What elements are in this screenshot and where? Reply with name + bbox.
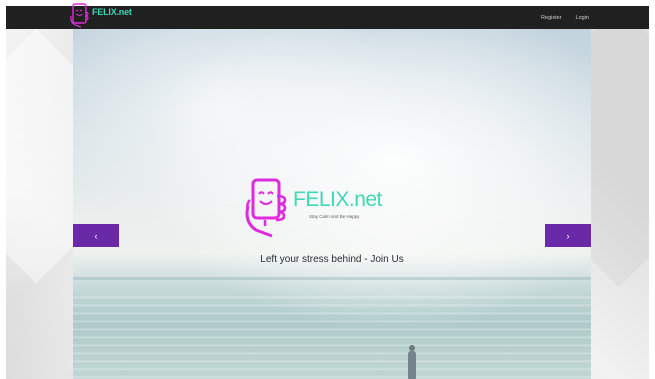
brand-name: FELIX.net xyxy=(92,7,132,17)
hero-logo: FELIX.net Stay Calm and Be Happy xyxy=(241,174,401,240)
chevron-left-icon: ‹ xyxy=(94,230,98,241)
felix-phone-logo-icon xyxy=(70,3,89,28)
brand-logo[interactable]: FELIX.net xyxy=(70,2,132,28)
sea-horizon xyxy=(73,277,591,280)
login-link[interactable]: Login xyxy=(576,15,589,21)
chevron-right-icon: › xyxy=(566,230,570,241)
carousel-prev-button[interactable]: ‹ xyxy=(73,224,119,247)
sea-waves xyxy=(73,291,591,379)
carousel-next-button[interactable]: › xyxy=(545,224,591,247)
register-link[interactable]: Register xyxy=(541,15,561,21)
person-silhouette xyxy=(407,345,417,379)
person-body xyxy=(408,351,416,379)
felix-phone-logo-icon xyxy=(245,178,287,238)
hero-caption: Left your stress behind - Join Us xyxy=(260,254,404,265)
logo-title: FELIX.net xyxy=(293,188,382,211)
logo-tagline: Stay Calm and Be Happy xyxy=(309,214,360,219)
nav-links: Register Login xyxy=(541,6,589,29)
